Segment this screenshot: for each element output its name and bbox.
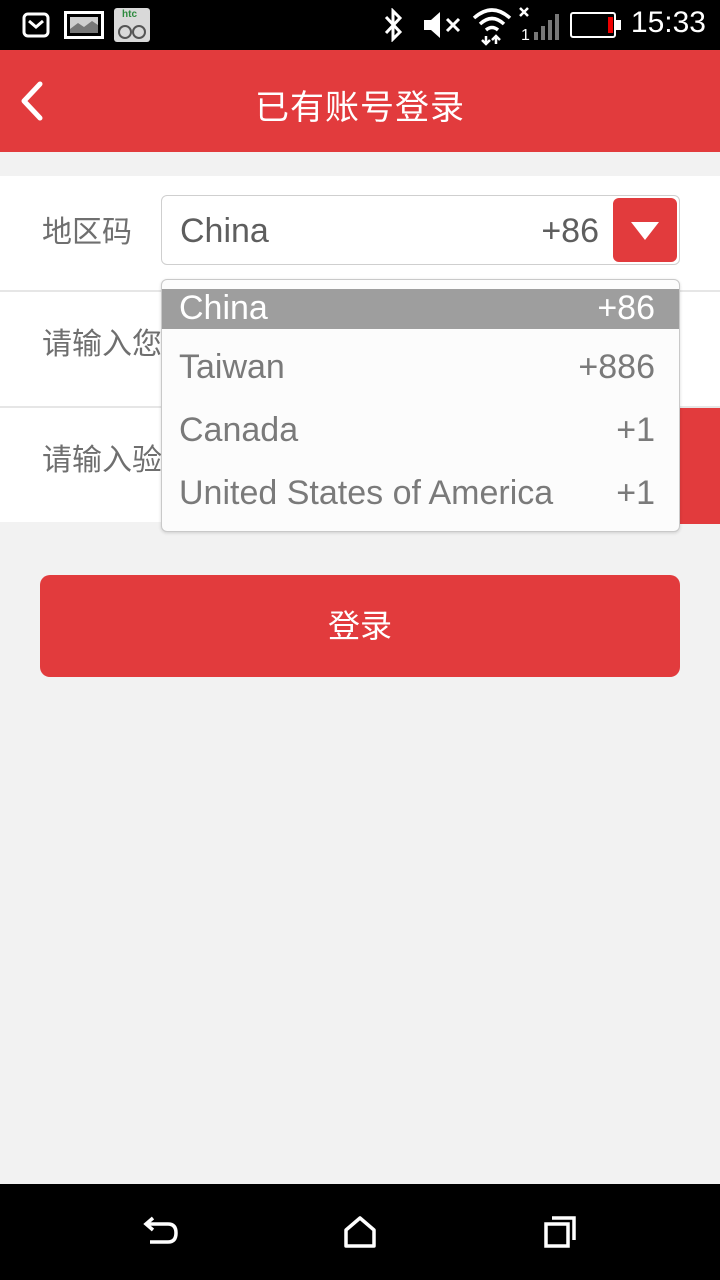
- app-header: 已有账号登录: [0, 50, 720, 152]
- option-code: +86: [597, 289, 655, 327]
- image-icon: [64, 11, 104, 39]
- option-name: China: [179, 289, 268, 327]
- region-option-taiwan[interactable]: Taiwan +886: [162, 340, 679, 402]
- recents-icon[interactable]: [538, 1210, 582, 1254]
- region-dropdown: China +86 Taiwan +886 Canada +1 United S…: [161, 279, 680, 532]
- region-option-china[interactable]: China +86: [162, 289, 679, 329]
- option-code: +1: [616, 474, 655, 512]
- volume-muted-icon: [424, 12, 461, 38]
- htc-app-icon: htc: [114, 8, 150, 42]
- region-option-canada[interactable]: Canada +1: [162, 403, 679, 465]
- option-code: +886: [578, 348, 655, 386]
- login-button[interactable]: 登录: [40, 575, 680, 677]
- home-icon[interactable]: [338, 1210, 382, 1254]
- option-code: +1: [616, 411, 655, 449]
- bluetooth-icon: [384, 8, 403, 42]
- option-name: Canada: [179, 411, 299, 449]
- region-option-usa[interactable]: United States of America +1: [162, 466, 679, 528]
- battery-low-icon: [570, 12, 621, 38]
- back-icon[interactable]: [138, 1210, 182, 1254]
- verify-code-field[interactable]: 请输入验: [42, 446, 162, 476]
- dropdown-toggle-button[interactable]: [613, 198, 677, 262]
- option-name: United States of America: [179, 474, 554, 512]
- get-code-button[interactable]: [676, 408, 720, 524]
- triangle-down-icon: [631, 222, 659, 240]
- mail-icon: [22, 12, 50, 38]
- htc-label: htc: [122, 9, 137, 20]
- region-label: 地区码: [42, 215, 132, 250]
- option-name: Taiwan: [179, 348, 285, 386]
- status-time: 15:33: [630, 6, 706, 39]
- wifi-icon: [472, 8, 512, 46]
- phone-field[interactable]: 请输入您: [42, 330, 162, 360]
- region-select[interactable]: China +86: [161, 195, 680, 265]
- signal-icon: 1: [519, 7, 559, 44]
- selected-region-code: +86: [541, 212, 599, 250]
- page-title: 已有账号登录: [255, 88, 465, 128]
- status-bar: htc 1 15:33: [0, 0, 720, 50]
- nav-bar: [0, 1184, 720, 1280]
- selected-region-name: China: [180, 212, 269, 250]
- svg-text:1: 1: [521, 27, 530, 44]
